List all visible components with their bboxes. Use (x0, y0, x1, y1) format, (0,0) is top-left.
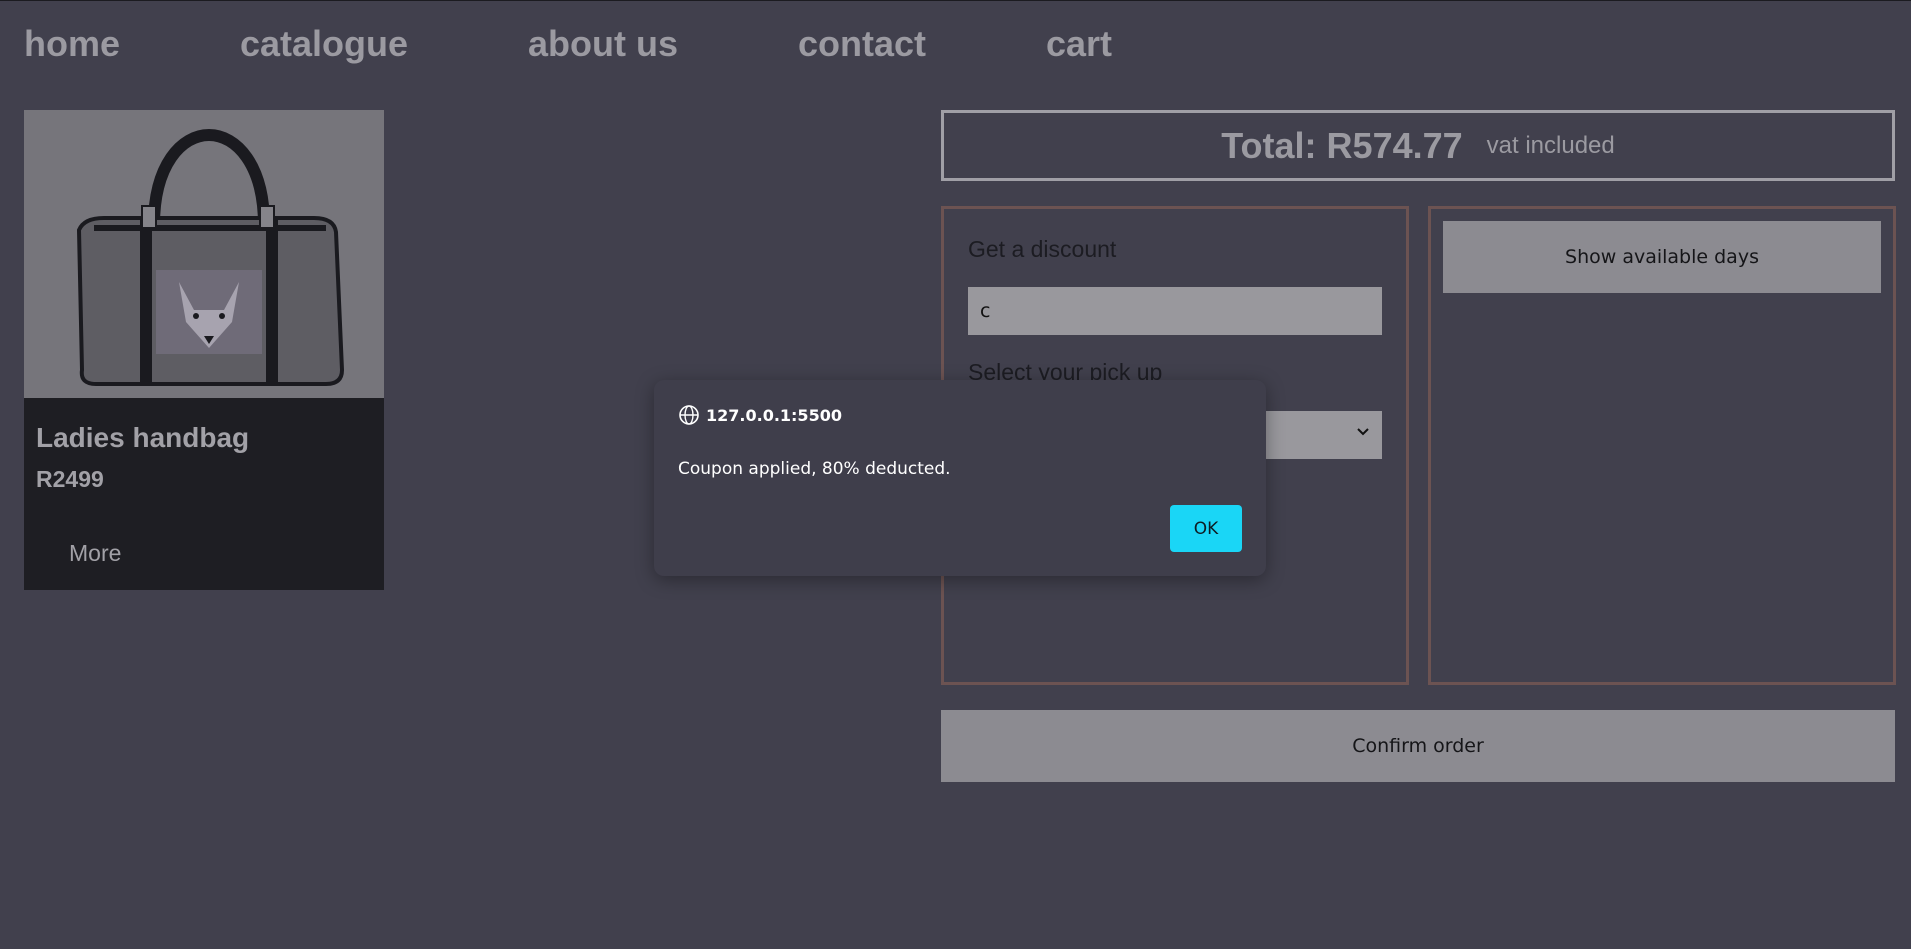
coupon-input[interactable] (968, 287, 1382, 335)
confirm-order-button[interactable]: Confirm order (941, 710, 1895, 782)
cart-total: Total: R574.77 (1221, 124, 1463, 166)
globe-icon (679, 405, 699, 425)
discount-heading: Get a discount (968, 236, 1117, 262)
show-available-days-button[interactable]: Show available days (1443, 221, 1881, 293)
schedule-panel: Show available days (1428, 206, 1896, 685)
product-image (24, 110, 384, 398)
product-title: Ladies handbag (36, 422, 250, 453)
product-card: Ladies handbag R2499 More (24, 110, 384, 590)
dialog-origin: 127.0.0.1:5500 (678, 404, 842, 426)
page: home catalogue about us contact cart Lad… (0, 0, 1911, 949)
nav-about-us-link[interactable]: about us (528, 23, 678, 65)
dialog-ok-button[interactable]: OK (1170, 505, 1242, 552)
nav-home-link[interactable]: home (24, 23, 120, 65)
alert-dialog: 127.0.0.1:5500 Coupon applied, 80% deduc… (654, 380, 1266, 576)
nav-catalogue-link[interactable]: catalogue (240, 23, 408, 65)
cart-total-box: Total: R574.77 vat included (941, 110, 1895, 181)
dialog-origin-text: 127.0.0.1:5500 (706, 405, 842, 425)
vat-note: vat included (1486, 131, 1615, 159)
chevron-down-icon (1357, 428, 1369, 436)
handbag-image (24, 110, 384, 398)
nav-cart-link[interactable]: cart (1046, 23, 1112, 65)
product-price: R2499 (36, 466, 104, 492)
nav-contact-link[interactable]: contact (798, 23, 926, 65)
product-more-button[interactable]: More (69, 540, 121, 567)
dialog-message: Coupon applied, 80% deducted. (678, 459, 951, 479)
